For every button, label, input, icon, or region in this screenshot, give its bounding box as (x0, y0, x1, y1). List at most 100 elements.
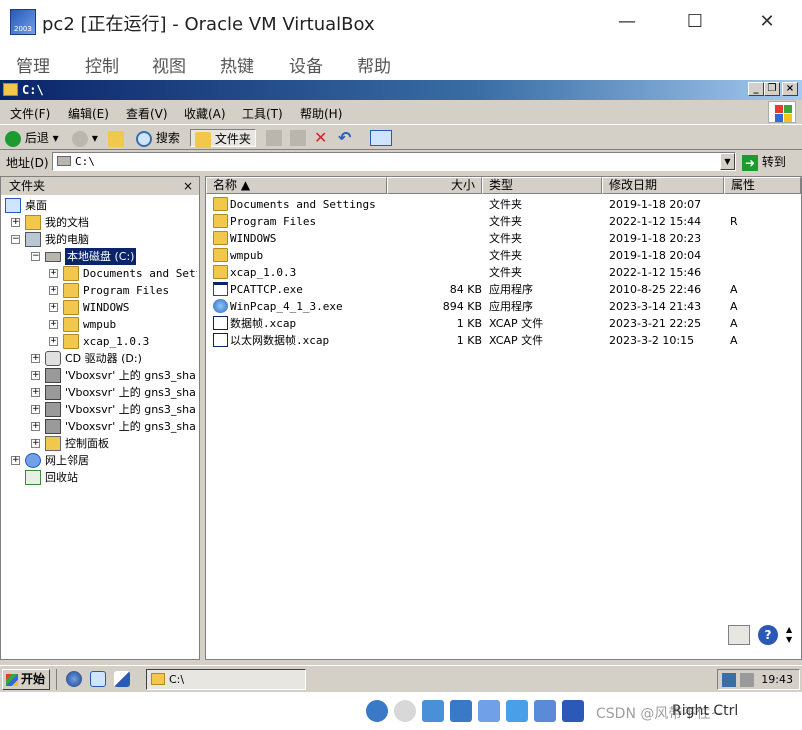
printer-icon[interactable] (728, 625, 750, 645)
forward-button[interactable]: ▾ (72, 129, 98, 147)
column-header-type[interactable]: 类型 (482, 177, 602, 194)
optical-drive-icon[interactable] (366, 700, 388, 722)
outlook-icon[interactable] (90, 671, 106, 687)
expand-toggle[interactable]: + (31, 354, 40, 363)
explorer-titlebar: C:\ _ ❐ × (0, 80, 802, 100)
menu-help[interactable]: 帮助(H) (300, 105, 342, 122)
tree-item-folder[interactable]: + wmpub (49, 316, 197, 333)
file-row[interactable]: WinPcap_4_1_3.exe 894 KB 应用程序 2023-3-14 … (206, 298, 802, 315)
taskbar-window-button[interactable]: C:\ (146, 669, 306, 690)
file-row[interactable]: 数据帧.xcap 1 KB XCAP 文件 2023-3-21 22:25 A (206, 315, 802, 332)
tree-item-control-panel[interactable]: + 控制面板 (31, 435, 197, 452)
tree-item-folder[interactable]: + Program Files (49, 282, 197, 299)
network-icon[interactable] (450, 700, 472, 722)
audio-icon[interactable] (422, 700, 444, 722)
network-drive-icon (45, 402, 61, 417)
start-button[interactable]: 开始 (2, 669, 50, 690)
address-dropdown-button[interactable]: ▼ (720, 153, 735, 170)
menu-devices[interactable]: 设备 (289, 52, 323, 77)
expand-toggle[interactable]: + (49, 337, 58, 346)
tree-item-my-computer[interactable]: − 我的电脑 (11, 231, 197, 248)
disk-icon[interactable] (394, 700, 416, 722)
control-panel-icon (45, 436, 61, 451)
tray-app-icon[interactable] (740, 673, 754, 687)
menu-control[interactable]: 控制 (85, 52, 119, 77)
show-desktop-icon[interactable] (114, 671, 130, 687)
tree-item-folder[interactable]: + Documents and Settings (49, 265, 197, 282)
expand-toggle[interactable]: + (31, 405, 40, 414)
copy-to-icon[interactable] (290, 130, 306, 146)
menu-view[interactable]: 视图 (152, 52, 186, 77)
tree-item-my-documents[interactable]: + 我的文档 (11, 214, 197, 231)
expand-toggle[interactable]: + (11, 218, 20, 227)
usb-icon[interactable] (478, 700, 500, 722)
folders-button[interactable]: 文件夹 (190, 129, 256, 148)
file-row[interactable]: PCATTCP.exe 84 KB 应用程序 2010-8-25 22:46 A (206, 281, 802, 298)
tree-item-desktop[interactable]: 桌面 (5, 197, 195, 214)
file-row[interactable]: wmpub 文件夹 2019-1-18 20:04 (206, 247, 802, 264)
file-row[interactable]: WINDOWS 文件夹 2019-1-18 20:23 (206, 230, 802, 247)
shared-folders-icon[interactable] (506, 700, 528, 722)
expand-toggle[interactable]: + (31, 388, 40, 397)
recording-icon[interactable] (562, 700, 584, 722)
move-to-icon[interactable] (266, 130, 282, 146)
menu-edit[interactable]: 编辑(E) (68, 105, 109, 122)
menu-manage[interactable]: 管理 (16, 52, 50, 77)
help-icon[interactable]: ? (758, 625, 778, 645)
minimize-button[interactable]: — (612, 8, 642, 36)
menu-favorites[interactable]: 收藏(A) (184, 105, 226, 122)
column-header-modified[interactable]: 修改日期 (602, 177, 724, 194)
file-row[interactable]: Documents and Settings 文件夹 2019-1-18 20:… (206, 196, 802, 213)
close-button[interactable]: ✕ (752, 8, 782, 36)
delete-icon[interactable]: ✕ (314, 130, 330, 146)
menu-tools[interactable]: 工具(T) (242, 105, 283, 122)
ie-icon[interactable] (66, 671, 82, 687)
menu-view[interactable]: 查看(V) (126, 105, 168, 122)
column-header-attributes[interactable]: 属性 (724, 177, 801, 194)
menu-file[interactable]: 文件(F) (10, 105, 50, 122)
tree-item-folder[interactable]: + WINDOWS (49, 299, 197, 316)
tree-item-local-disk-c[interactable]: − 本地磁盘 (C:) (31, 248, 197, 265)
tree-item-recycle-bin[interactable]: 回收站 (11, 469, 197, 486)
network-status-icon[interactable] (722, 673, 736, 687)
go-button[interactable]: ➜ 转到 (742, 153, 786, 171)
up-folder-button[interactable] (108, 129, 124, 147)
folder-icon (213, 214, 228, 228)
expand-toggle[interactable]: + (49, 303, 58, 312)
tree-item-network-share[interactable]: + 'Vboxsvr' 上的 gns3_sha (31, 401, 197, 418)
expand-toggle[interactable]: + (31, 439, 40, 448)
explorer-restore-button[interactable]: ❐ (764, 82, 780, 96)
menu-help[interactable]: 帮助 (357, 52, 391, 77)
explorer-close-button[interactable]: × (782, 82, 798, 96)
expand-toggle[interactable]: + (11, 456, 20, 465)
expand-toggle[interactable]: + (49, 320, 58, 329)
tree-item-folder[interactable]: + xcap_1.0.3 (49, 333, 197, 350)
tree-item-network-share[interactable]: + 'Vboxsvr' 上的 gns3_sha (31, 367, 197, 384)
expand-toggle[interactable]: + (49, 269, 58, 278)
tree-item-network-share[interactable]: + 'Vboxsvr' 上的 gns3_sha (31, 384, 197, 401)
undo-icon[interactable]: ↶ (338, 130, 354, 146)
views-icon[interactable] (370, 130, 392, 146)
file-row[interactable]: 以太网数据帧.xcap 1 KB XCAP 文件 2023-3-2 10:15 … (206, 332, 802, 349)
scroll-arrows-icon[interactable]: ▲ ▼ (786, 625, 796, 645)
file-row[interactable]: xcap_1.0.3 文件夹 2022-1-12 15:46 (206, 264, 802, 281)
expand-toggle[interactable]: + (31, 371, 40, 380)
tree-item-network-places[interactable]: + 网上邻居 (11, 452, 197, 469)
search-button[interactable]: 搜索 (136, 129, 180, 147)
tree-item-cd-drive[interactable]: + CD 驱动器 (D:) (31, 350, 197, 367)
address-input[interactable]: C:\ (52, 152, 736, 171)
collapse-toggle[interactable]: − (31, 252, 40, 261)
file-row[interactable]: Program Files 文件夹 2022-1-12 15:44 R (206, 213, 802, 230)
back-button[interactable]: 后退 ▾ (5, 129, 59, 147)
close-pane-button[interactable]: × (183, 177, 193, 195)
tree-item-network-share[interactable]: + 'Vboxsvr' 上的 gns3_sha (31, 418, 197, 435)
column-header-name[interactable]: 名称 ▲ (206, 177, 387, 194)
expand-toggle[interactable]: + (31, 422, 40, 431)
expand-toggle[interactable]: + (49, 286, 58, 295)
explorer-minimize-button[interactable]: _ (748, 82, 764, 96)
maximize-button[interactable]: ☐ (680, 8, 710, 36)
column-header-size[interactable]: 大小 (387, 177, 482, 194)
collapse-toggle[interactable]: − (11, 235, 20, 244)
menu-hotkey[interactable]: 热键 (220, 52, 254, 77)
display-icon[interactable] (534, 700, 556, 722)
